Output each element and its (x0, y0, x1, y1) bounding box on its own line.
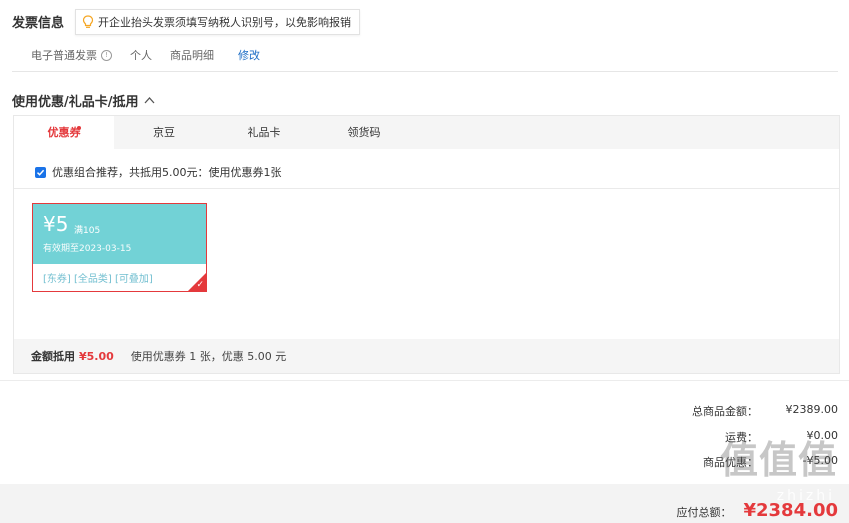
lightbulb-icon (82, 15, 94, 29)
discount-description: 使用优惠券 1 张，优惠 5.00 元 (130, 350, 287, 363)
tab-redeem-code[interactable]: 领货码 (314, 116, 414, 149)
info-icon[interactable]: ! (101, 49, 112, 61)
tab-coupons[interactable]: 优惠券 (14, 116, 114, 149)
discount-label: 金额抵用 (31, 350, 75, 363)
total-goods-label: 总商品金额： (692, 405, 758, 418)
invoice-details: 电子普通发票 ! 个人 商品明细 修改 (31, 47, 260, 63)
tab-label: 领货码 (347, 126, 381, 139)
discount-amount: ¥5.00 (79, 349, 114, 363)
payable-label: 应付总额： (676, 506, 732, 519)
coupon-amount: ¥5 (43, 212, 69, 236)
panel-divider (14, 188, 839, 189)
invoice-type: 电子普通发票 ! (31, 47, 112, 63)
invoice-header: 个人 (130, 49, 152, 62)
coupon-tabs: 优惠券 京豆 礼品卡 领货码 (14, 116, 839, 149)
coupon-tags: [东券] [全品类] [可叠加] (43, 274, 153, 285)
tab-label: 礼品卡 (247, 126, 281, 139)
invoice-tip-text: 开企业抬头发票须填写纳税人识别号，以免影响报销 (98, 16, 351, 29)
invoice-section-title: 发票信息 (12, 16, 65, 31)
section-divider (12, 71, 838, 72)
coupon-panel: 优惠券 京豆 礼品卡 领货码 优惠组合推荐，共抵用5.00元：使用优惠券1张 ¥… (13, 115, 840, 374)
watermark-text: zhizhi (776, 488, 835, 504)
coupon-condition: 满105 (74, 226, 101, 236)
coupon-card[interactable]: ¥5 满105 有效期至2023-03-15 [东券] [全品类] [可叠加] … (32, 203, 207, 292)
discount-summary-bar: 金额抵用 ¥5.00 使用优惠券 1 张，优惠 5.00 元 (14, 339, 839, 373)
recommend-combo-row[interactable]: 优惠组合推荐，共抵用5.00元：使用优惠券1张 (35, 164, 282, 180)
invoice-content: 商品明细 (170, 49, 214, 62)
check-icon: ✓ (196, 280, 204, 290)
watermark-logo: 值值值 (719, 437, 837, 482)
notification-dot (77, 126, 81, 130)
tab-gift-card[interactable]: 礼品卡 (214, 116, 314, 149)
coupon-section-header[interactable]: 使用优惠/礼品卡/抵用 (12, 91, 155, 110)
invoice-tip: 开企业抬头发票须填写纳税人识别号，以免影响报销 (75, 9, 360, 35)
tab-label: 京豆 (153, 126, 175, 139)
recommend-checkbox[interactable] (35, 166, 46, 178)
totals-divider (0, 380, 849, 381)
invoice-edit-link[interactable]: 修改 (238, 47, 260, 63)
coupon-validity: 有效期至2023-03-15 (43, 244, 132, 254)
tab-jingdou[interactable]: 京豆 (114, 116, 214, 149)
total-goods-row: 总商品金额： ¥2389.00 (638, 403, 838, 419)
recommend-text: 优惠组合推荐，共抵用5.00元：使用优惠券1张 (52, 166, 282, 179)
total-goods-value: ¥2389.00 (785, 403, 839, 416)
chevron-up-icon[interactable] (144, 93, 155, 108)
coupon-section-title: 使用优惠/礼品卡/抵用 (12, 95, 139, 110)
invoice-type-label: 电子普通发票 (31, 49, 97, 62)
coupon-card-header: ¥5 满105 有效期至2023-03-15 (33, 204, 206, 264)
tab-label: 优惠券 (47, 126, 81, 139)
